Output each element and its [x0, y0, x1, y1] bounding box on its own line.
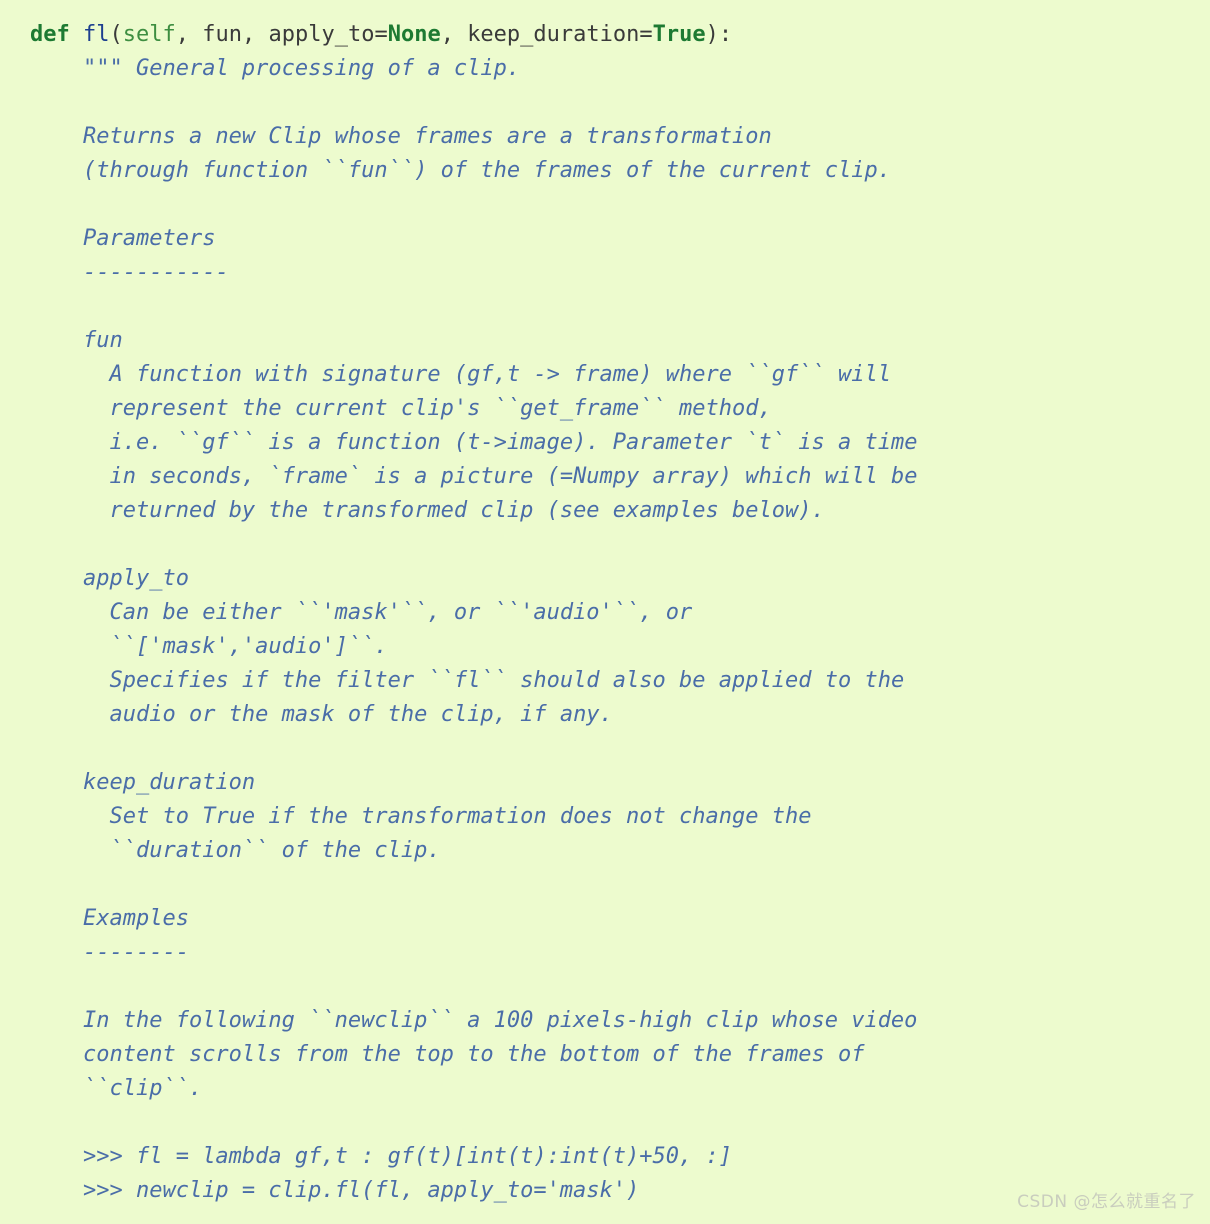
csdn-watermark: CSDN @怎么就重名了: [1017, 1192, 1196, 1212]
default-true: True: [652, 22, 706, 47]
docstring-line: -----------: [0, 256, 1210, 290]
default-none: None: [387, 22, 441, 47]
docstring-line: In the following ``newclip`` a 100 pixel…: [0, 1004, 1210, 1038]
docstring-line: (through function ``fun``) of the frames…: [0, 154, 1210, 188]
docstring-text: ``duration`` of the clip.: [109, 838, 441, 863]
docstring-text: Examples: [82, 906, 189, 931]
docstring-text: A function with signature (gf,t -> frame…: [109, 362, 891, 387]
docstring-text: >>> fl = lambda gf,t : gf(t)[int(t):int(…: [82, 1144, 732, 1169]
space-after-def: [70, 22, 83, 47]
docstring-text: Returns a new Clip whose frames are a tr…: [82, 124, 772, 149]
docstring-line: Returns a new Clip whose frames are a tr…: [0, 120, 1210, 154]
docstring-line: --------: [0, 936, 1210, 970]
docstring-line: in seconds, `frame` is a picture (=Numpy…: [0, 460, 1210, 494]
docstring-line: Parameters: [0, 222, 1210, 256]
docstring-text: apply_to: [82, 566, 189, 591]
docstring-line: keep_duration: [0, 766, 1210, 800]
docstring-text: returned by the transformed clip (see ex…: [109, 498, 825, 523]
docstring-line: apply_to: [0, 562, 1210, 596]
open-paren: (: [109, 22, 123, 47]
function-name: fl: [83, 22, 110, 47]
keyword-def: def: [30, 22, 70, 47]
docstring-line: ``duration`` of the clip.: [0, 834, 1210, 868]
docstring-line: returned by the transformed clip (see ex…: [0, 494, 1210, 528]
docstring-text: -----------: [82, 260, 229, 285]
docstring-line: A function with signature (gf,t -> frame…: [0, 358, 1210, 392]
docstring-line: Set to True if the transformation does n…: [0, 800, 1210, 834]
docstring-text: fun: [82, 328, 123, 353]
param-keep-duration: keep_duration=: [467, 22, 653, 47]
param-separator-1: ,: [175, 22, 203, 47]
docstring-text: >>> newclip = clip.fl(fl, apply_to='mask…: [82, 1178, 640, 1203]
docstring-line: Can be either ``'mask'``, or ``'audio'``…: [0, 596, 1210, 630]
docstring-text: audio or the mask of the clip, if any.: [109, 702, 613, 727]
param-fun: fun: [202, 22, 242, 47]
docstring-text: Can be either ``'mask'``, or ``'audio'``…: [109, 600, 693, 625]
docstring-line: i.e. ``gf`` is a function (t->image). Pa…: [0, 426, 1210, 460]
docstring-text: in seconds, `frame` is a picture (=Numpy…: [109, 464, 918, 489]
docstring-text: ``clip``.: [82, 1076, 203, 1101]
docstring-text: (through function ``fun``) of the frames…: [82, 158, 891, 183]
docstring-text: i.e. ``gf`` is a function (t->image). Pa…: [109, 430, 918, 455]
docstring-text: Specifies if the filter ``fl`` should al…: [109, 668, 905, 693]
docstring-line: """ General processing of a clip.: [0, 52, 1210, 86]
code-block: def fl(self, fun, apply_to=None, keep_du…: [0, 0, 1210, 1208]
docstring-line: ``['mask','audio']``.: [0, 630, 1210, 664]
docstring-text: """ General processing of a clip.: [82, 56, 521, 81]
docstring-line: Specifies if the filter ``fl`` should al…: [0, 664, 1210, 698]
docstring-line: Examples: [0, 902, 1210, 936]
param-apply-to: apply_to=: [268, 22, 388, 47]
docstring-body: """ General processing of a clip. Return…: [0, 52, 1210, 1208]
docstring-text: content scrolls from the top to the bott…: [82, 1042, 865, 1067]
param-self: self: [122, 22, 176, 47]
docstring-line: represent the current clip's ``get_frame…: [0, 392, 1210, 426]
docstring-line: fun: [0, 324, 1210, 358]
function-signature-line: def fl(self, fun, apply_to=None, keep_du…: [0, 18, 1210, 52]
docstring-line: >>> fl = lambda gf,t : gf(t)[int(t):int(…: [0, 1140, 1210, 1174]
docstring-text: --------: [82, 940, 189, 965]
param-separator-2: ,: [241, 22, 269, 47]
docstring-text: ``['mask','audio']``.: [109, 634, 388, 659]
docstring-text: represent the current clip's ``get_frame…: [109, 396, 772, 421]
docstring-line: content scrolls from the top to the bott…: [0, 1038, 1210, 1072]
close-paren-colon: ):: [705, 22, 733, 47]
param-separator-3: ,: [440, 22, 468, 47]
docstring-text: In the following ``newclip`` a 100 pixel…: [82, 1008, 918, 1033]
docstring-text: Parameters: [82, 226, 216, 251]
docstring-line: audio or the mask of the clip, if any.: [0, 698, 1210, 732]
docstring-text: keep_duration: [82, 770, 256, 795]
docstring-line: ``clip``.: [0, 1072, 1210, 1106]
docstring-text: Set to True if the transformation does n…: [109, 804, 812, 829]
